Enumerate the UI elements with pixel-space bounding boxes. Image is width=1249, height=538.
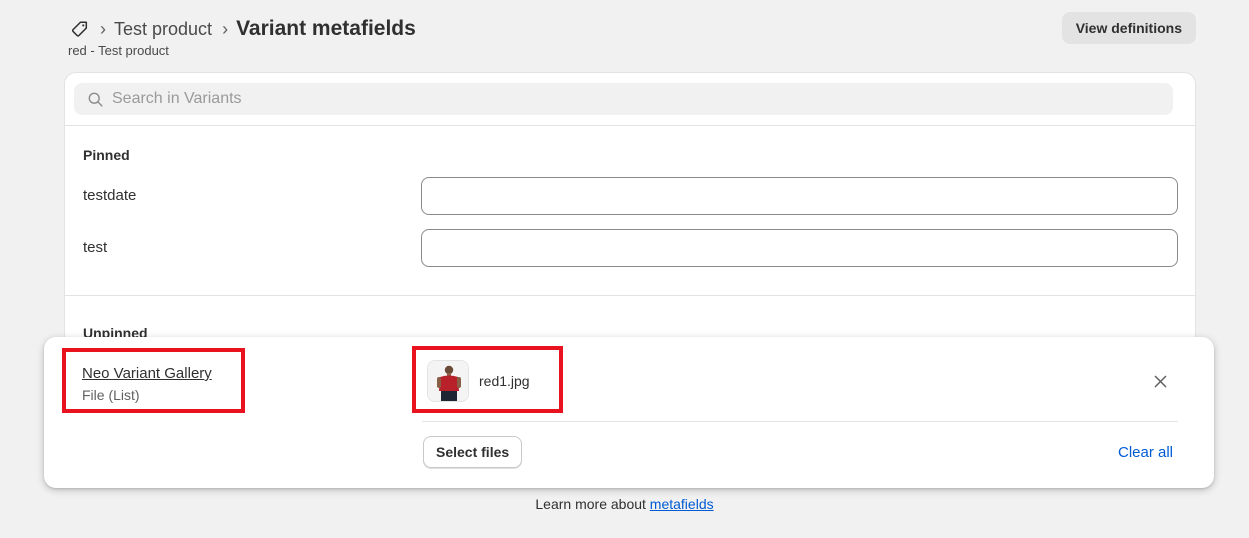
search-input[interactable] [112,84,1173,114]
divider [65,295,1195,296]
chevron-right-icon: › [100,19,106,39]
test-input[interactable] [421,229,1178,267]
search-icon [87,90,105,108]
page-subtitle: red - Test product [68,43,169,58]
footer-text: Learn more about [535,496,650,512]
page-header: › Test product › Variant metafields red … [68,12,1196,66]
pinned-section-title: Pinned [83,147,130,163]
divider [65,125,1195,126]
metafields-link[interactable]: metafields [650,496,714,512]
divider [422,421,1178,422]
annotation-box-metafield-name [62,348,245,413]
tag-icon[interactable] [70,19,90,39]
chevron-right-icon: › [222,19,229,39]
clear-all-link[interactable]: Clear all [1118,444,1173,461]
page-title: Variant metafields [236,17,416,40]
select-files-button[interactable]: Select files [423,436,523,468]
close-icon[interactable] [1150,371,1170,391]
field-label-test: test [83,239,108,256]
annotation-box-file [412,346,563,413]
footer: Learn more about metafields [0,496,1249,512]
testdate-input[interactable] [421,177,1178,215]
view-definitions-button[interactable]: View definitions [1061,12,1196,44]
search-bar[interactable] [74,83,1173,115]
breadcrumb-product-link[interactable]: Test product [114,19,212,40]
field-label-testdate: testdate [83,187,137,204]
metafields-card: Pinned testdate test Unpinned [64,72,1196,352]
breadcrumb: › Test product › Variant metafields [70,16,416,42]
